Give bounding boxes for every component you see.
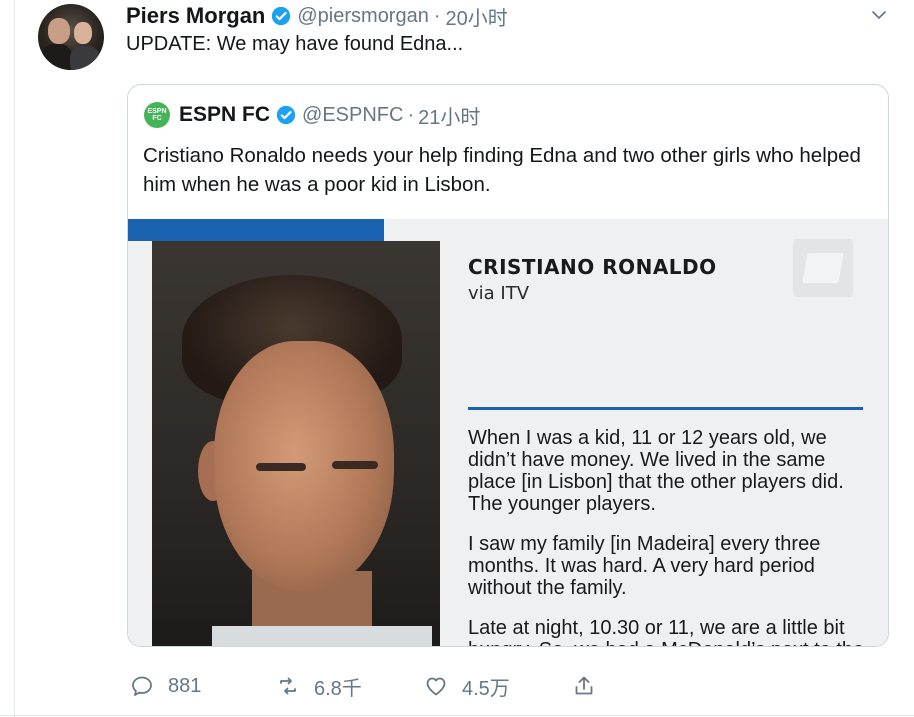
quote-card-body: When I was a kid, 11 or 12 years old, we… xyxy=(468,427,868,646)
like-count: 4.5万 xyxy=(462,677,510,700)
author-handle[interactable]: @piersmorgan xyxy=(297,5,428,28)
quote-paragraph: Late at night, 10.30 or 11, we are a lit… xyxy=(468,617,864,646)
bottom-divider xyxy=(0,715,914,716)
tweet-header: Piers Morgan @piersmorgan · 20小时 xyxy=(126,2,508,30)
retweet-button[interactable]: 6.8千 xyxy=(276,668,362,704)
verified-icon xyxy=(276,105,296,125)
quoted-tweet[interactable]: ESPN FC ESPN FC @ESPNFC · 21小时 Cristiano … xyxy=(127,84,889,647)
retweet-icon xyxy=(280,677,296,695)
tweet-actions: 881 6.8千 4.5万 xyxy=(0,668,914,704)
author-avatar[interactable] xyxy=(38,4,104,70)
espn-e-logo-icon xyxy=(793,239,853,297)
espn-logo-avatar[interactable]: ESPN FC xyxy=(144,102,170,128)
like-button[interactable]: 4.5万 xyxy=(424,668,510,704)
reply-icon xyxy=(132,676,152,696)
tweet-text: UPDATE: We may have found Edna... xyxy=(126,33,464,55)
quoted-tweet-time[interactable]: 21小时 xyxy=(418,101,480,130)
quoted-tweet-image[interactable]: CRISTIANO RONALDO via ITV When I was a k… xyxy=(128,219,888,646)
quoted-tweet-header: ESPN FC ESPN FC @ESPNFC · 21小时 xyxy=(144,101,480,130)
quoted-author-name[interactable]: ESPN FC xyxy=(179,103,270,127)
quote-card-title: CRISTIANO RONALDO xyxy=(468,255,717,279)
chevron-down-icon[interactable] xyxy=(870,6,888,24)
separator: · xyxy=(433,4,441,27)
reply-button[interactable]: 881 xyxy=(130,668,201,704)
heart-icon xyxy=(426,677,446,696)
quoted-author-handle[interactable]: @ESPNFC xyxy=(302,104,403,127)
quote-paragraph: When I was a kid, 11 or 12 years old, we… xyxy=(468,427,844,515)
quote-paragraph: I saw my family [in Madeira] every three… xyxy=(468,533,821,599)
reply-count: 881 xyxy=(168,674,202,697)
verified-icon xyxy=(271,6,291,26)
divider xyxy=(468,407,863,410)
author-name[interactable]: Piers Morgan xyxy=(126,3,265,29)
tweet-time[interactable]: 20小时 xyxy=(446,2,508,31)
share-button[interactable] xyxy=(572,668,610,704)
blue-accent-bar xyxy=(128,219,384,241)
left-border xyxy=(14,0,15,717)
separator: · xyxy=(407,103,415,126)
retweet-count: 6.8千 xyxy=(314,677,362,700)
ronaldo-photo xyxy=(152,241,440,646)
quoted-tweet-text: Cristiano Ronaldo needs your help findin… xyxy=(143,144,861,196)
quote-card-subtitle: via ITV xyxy=(468,283,530,304)
share-icon xyxy=(575,676,593,695)
